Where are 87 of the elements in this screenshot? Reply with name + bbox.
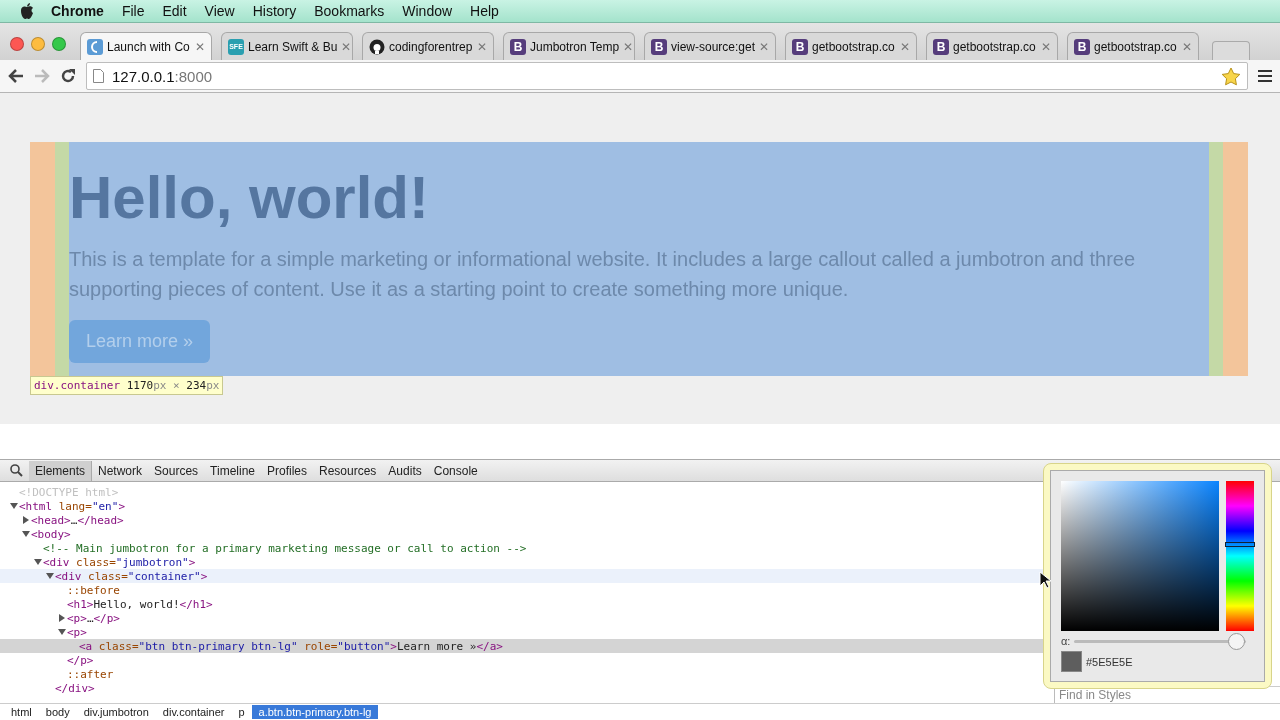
devtools-tab[interactable]: Console — [427, 460, 484, 481]
reload-icon[interactable] — [60, 68, 76, 84]
breadcrumb[interactable]: html — [4, 705, 39, 719]
favicon-icon: B — [1074, 38, 1090, 55]
page-icon — [93, 69, 104, 83]
color-swatch — [1061, 651, 1082, 672]
code-line[interactable]: <div class="container"> — [55, 569, 208, 583]
app-menu[interactable]: Chrome — [42, 3, 113, 19]
tab-title: Launch with Co — [107, 39, 191, 54]
favicon-icon: B — [510, 38, 526, 55]
expanded-triangle-icon[interactable] — [45, 572, 54, 580]
code-line[interactable]: <body> — [31, 527, 71, 541]
expanded-triangle-icon[interactable] — [33, 558, 42, 566]
browser-tab[interactable]: B getbootstrap.co ✕ — [1067, 32, 1199, 60]
menu-item[interactable]: Window — [393, 3, 462, 19]
code-line[interactable]: <p> — [67, 625, 87, 639]
address-bar[interactable]: 127.0.0.1:8000 — [86, 62, 1248, 90]
tab-title: Jumbotron Temp — [530, 39, 620, 54]
devtools-tab[interactable]: Profiles — [261, 460, 313, 481]
devtools-tab[interactable]: Timeline — [204, 460, 261, 481]
browser-tab[interactable]: B getbootstrap.co ✕ — [785, 32, 917, 60]
tab-close-icon[interactable]: ✕ — [195, 39, 205, 54]
browser-tab[interactable]: B view-source:get ✕ — [644, 32, 776, 60]
browser-tab[interactable]: B getbootstrap.co ✕ — [926, 32, 1058, 60]
octocat-icon — [369, 38, 385, 55]
menu-item[interactable]: History — [243, 3, 306, 19]
menu-item[interactable]: File — [112, 3, 154, 19]
favicon-icon: B — [933, 38, 949, 55]
url-host: 127.0.0.1 — [112, 67, 175, 85]
breadcrumb[interactable]: div.container — [155, 705, 232, 719]
code-line[interactable]: ::before — [67, 583, 120, 597]
favicon-icon: B — [792, 38, 808, 55]
code-line[interactable]: <h1>Hello, world!</h1> — [67, 597, 213, 611]
breadcrumb[interactable]: a.btn.btn-primary.btn-lg — [251, 705, 379, 719]
devtools-tab[interactable]: Network — [92, 460, 149, 481]
breadcrumb[interactable]: div.jumbotron — [76, 705, 156, 719]
menu-icon[interactable] — [1258, 70, 1272, 82]
code-line[interactable]: <!-- Main jumbotron for a primary marketing message or call to action --> — [43, 541, 527, 555]
hex-value: #5E5E5E — [1086, 655, 1133, 668]
browser-tab[interactable]: Launch with Co ✕ — [80, 32, 212, 60]
alpha-label: α: — [1061, 635, 1071, 647]
tab-title: getbootstrap.co — [953, 39, 1037, 54]
favicon-icon: B — [651, 38, 667, 55]
apple-icon[interactable] — [20, 3, 34, 19]
expanded-triangle-icon[interactable] — [21, 530, 30, 538]
zoom-window-button[interactable] — [52, 36, 66, 51]
menu-item[interactable]: Edit — [153, 3, 196, 19]
saturation-field[interactable] — [1061, 481, 1219, 631]
menu-item[interactable]: Bookmarks — [305, 3, 394, 19]
collapsed-triangle-icon[interactable] — [21, 516, 30, 524]
code-line: </div> — [55, 681, 95, 695]
devtools-tab[interactable]: Sources — [148, 460, 205, 481]
favicon-icon — [87, 38, 103, 55]
back-icon[interactable] — [8, 69, 24, 83]
code-line[interactable]: <div class="jumbotron"> — [43, 555, 196, 569]
star-icon[interactable] — [1221, 66, 1241, 86]
devtools-tab[interactable]: Resources — [313, 460, 383, 481]
expanded-triangle-icon[interactable] — [9, 502, 18, 510]
tab-title: view-source:get — [671, 39, 756, 54]
expanded-triangle-icon[interactable] — [57, 628, 66, 636]
search-icon[interactable] — [10, 464, 23, 477]
close-window-button[interactable] — [10, 36, 24, 51]
devtools-tab[interactable]: Elements — [29, 460, 93, 481]
code-line[interactable]: <head>…</head> — [31, 513, 124, 527]
menu-item[interactable]: View — [195, 3, 244, 19]
tab-title: Learn Swift & Bu — [248, 39, 338, 54]
url-port: :8000 — [174, 67, 213, 85]
tab-title: getbootstrap.co — [812, 39, 896, 54]
inspect-tooltip: div.container 1170px × 234px — [30, 376, 224, 395]
lead-paragraph: This is a template for a simple marketing or informational website. It includes a large callout called a jumbotron and three supporting pieces of content. Use it as a starting point to create something more unique. — [69, 247, 1137, 302]
tab-title: getbootstrap.co — [1094, 39, 1178, 54]
code-line[interactable]: ::after — [67, 667, 114, 681]
collapsed-triangle-icon[interactable] — [57, 614, 66, 622]
browser-tab[interactable]: codingforentrep ✕ — [362, 32, 494, 60]
code-line[interactable]: <p>…</p> — [67, 611, 120, 625]
hue-slider[interactable] — [1226, 481, 1254, 631]
breadcrumb[interactable]: p — [231, 705, 252, 719]
alpha-slider-thumb[interactable] — [1227, 632, 1245, 650]
devtools-tab[interactable]: Audits — [382, 460, 428, 481]
browser-tab[interactable]: B Jumbotron Temp ✕ — [503, 32, 635, 60]
tab-title: codingforentrep — [389, 39, 473, 54]
cursor-icon — [1039, 571, 1051, 589]
breadcrumb[interactable]: body — [38, 705, 77, 719]
menu-item[interactable]: Help — [461, 3, 508, 19]
page-heading: Hello, world! — [69, 163, 430, 233]
code-line[interactable]: <html lang="en"> — [19, 499, 125, 513]
code-line: </p> — [67, 653, 94, 667]
